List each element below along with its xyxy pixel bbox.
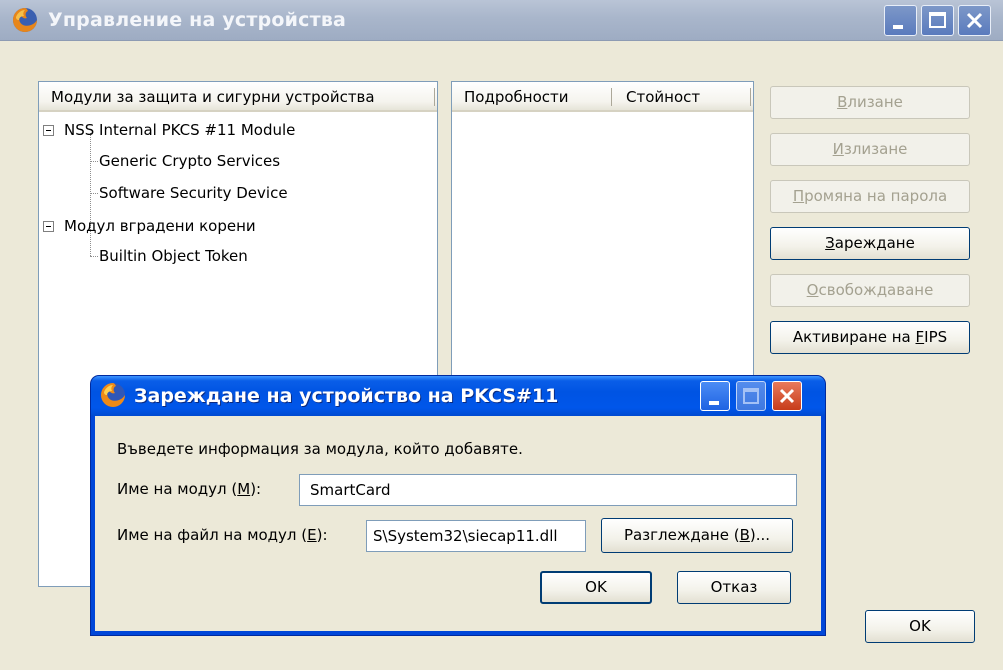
unload-button[interactable]: Освобождаване <box>770 274 970 307</box>
module-name-label-accel: М <box>237 480 251 498</box>
dialog-cancel-button[interactable]: Отказ <box>677 571 791 604</box>
module-name-label-pre: Име на модул ( <box>117 480 238 498</box>
maximize-button[interactable] <box>921 5 954 36</box>
load-button[interactable]: Зареждане <box>770 227 970 260</box>
login-button[interactable]: Влизане <box>770 86 970 119</box>
change-password-label-accel: П <box>792 187 805 205</box>
dialog-body: Въведете информация за модула, който доб… <box>95 416 821 631</box>
browse-label-pre: Разглеждане ( <box>623 526 740 544</box>
module-name-field[interactable]: SmartCard <box>299 474 797 506</box>
tree-connector <box>90 237 91 256</box>
browse-label-accel: В <box>739 526 750 544</box>
login-label-post: лизане <box>847 93 903 111</box>
collapse-builtin-roots-icon[interactable] <box>43 221 54 232</box>
tree-item-nss-internal[interactable]: NSS Internal PKCS #11 Module <box>64 120 295 140</box>
load-label-post: ареждане <box>834 234 915 252</box>
fips-label-pre: Активиране на <box>792 328 916 346</box>
dialog-close-button[interactable] <box>772 381 802 411</box>
browse-label-post: )... <box>749 526 771 544</box>
unload-label-accel: О <box>806 281 819 299</box>
main-ok-button[interactable]: OK <box>865 610 975 643</box>
login-label-accel: В <box>837 93 848 111</box>
minimize-button[interactable] <box>884 5 917 36</box>
enable-fips-button[interactable]: Активиране на FIPS <box>770 321 970 354</box>
module-name-label: Име на модул (М): <box>117 480 261 498</box>
minimize-icon <box>709 401 719 405</box>
logout-label-post: злизане <box>843 140 908 158</box>
tree-connector <box>90 256 98 257</box>
unload-label-post: свобождаване <box>818 281 934 299</box>
close-icon <box>779 388 795 404</box>
main-window-title: Управление на устройства <box>48 9 347 31</box>
tree-connector <box>90 193 98 194</box>
module-file-label-pre: Име на файл на модул ( <box>117 526 308 544</box>
firefox-logo-icon <box>101 383 125 407</box>
value-column-header[interactable]: Стойност <box>614 82 753 112</box>
logout-button[interactable]: Излизане <box>770 133 970 166</box>
module-file-label-accel: Е <box>307 526 317 544</box>
dialog-titlebar[interactable]: Зареждане на устройство на PKCS#11 <box>91 376 825 416</box>
dialog-minimize-button[interactable] <box>700 381 730 411</box>
tree-connector <box>90 161 98 162</box>
logout-label-accel: И <box>832 140 844 158</box>
load-pkcs11-dialog: Зареждане на устройство на PKCS#11 Въвед… <box>91 376 825 635</box>
tree-item-software-security[interactable]: Software Security Device <box>99 183 288 203</box>
module-file-label-post: ): <box>316 526 328 544</box>
dialog-ok-button[interactable]: OK <box>540 571 652 604</box>
tree-item-builtin-object-token[interactable]: Builtin Object Token <box>99 246 248 266</box>
change-password-label-post: ромяна на парола <box>804 187 948 205</box>
dialog-intro-text: Въведете информация за модула, който доб… <box>117 440 523 458</box>
change-password-button[interactable]: Промяна на парола <box>770 180 970 213</box>
dialog-title: Зареждане на устройство на PKCS#11 <box>134 385 559 407</box>
fips-label-post: IPS <box>924 328 948 346</box>
close-icon <box>966 12 983 29</box>
details-column-header[interactable]: Подробности <box>452 82 614 112</box>
maximize-icon <box>743 388 759 404</box>
close-button[interactable] <box>958 5 991 36</box>
dialog-maximize-button[interactable] <box>736 381 766 411</box>
load-label-accel: З <box>825 234 835 252</box>
modules-column-header[interactable]: Модули за защита и сигурни устройства <box>39 82 437 112</box>
module-name-label-post: ): <box>250 480 262 498</box>
collapse-nss-internal-icon[interactable] <box>43 125 54 136</box>
browse-button[interactable]: Разглеждане (В)... <box>601 518 793 553</box>
module-file-label: Име на файл на модул (Е): <box>117 526 328 544</box>
main-titlebar[interactable]: Управление на устройства <box>0 0 1003 41</box>
maximize-icon <box>929 12 946 28</box>
firefox-logo-icon <box>13 8 37 32</box>
module-file-field[interactable]: S\System32\siecap11.dll <box>366 520 586 552</box>
tree-item-builtin-roots[interactable]: Модул вградени корени <box>64 216 256 236</box>
minimize-icon <box>893 25 903 29</box>
fips-label-accel: F <box>915 328 925 346</box>
tree-item-generic-crypto[interactable]: Generic Crypto Services <box>99 151 280 171</box>
